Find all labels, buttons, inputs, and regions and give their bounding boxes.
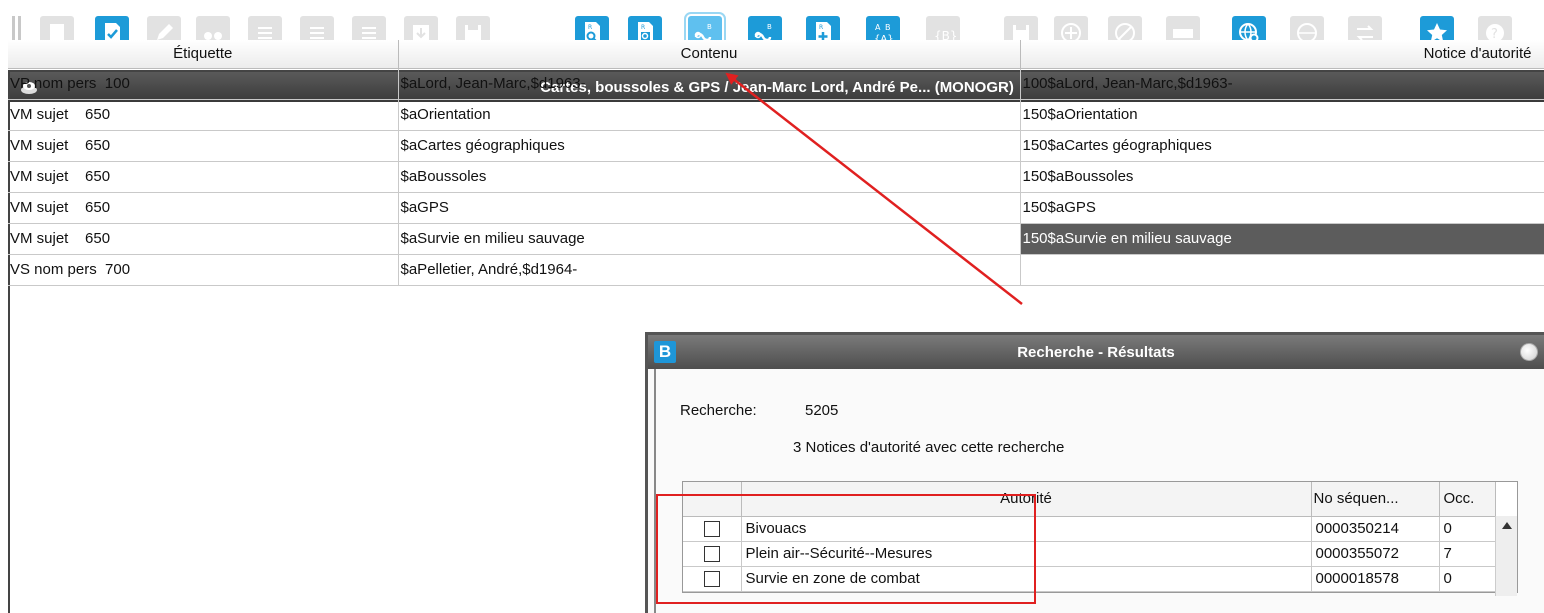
cell-autorite: Survie en zone de combat — [741, 566, 1312, 592]
results-scrollbar[interactable] — [1495, 516, 1517, 596]
cell-seq: 0000355072 — [1311, 541, 1440, 567]
table-row[interactable]: VM sujet 650 $aCartes géographiques 150$aC… — [8, 130, 1544, 162]
cell-contenu[interactable]: $aOrientation — [398, 99, 1021, 131]
column-header-etiquette[interactable]: Étiquette — [8, 40, 399, 69]
result-row[interactable]: Plein air--Sécurité--Mesures 0000355072 7 — [683, 541, 1496, 567]
cell-notice[interactable]: 150$aCartes géographiques — [1020, 130, 1544, 162]
cell-notice[interactable] — [1020, 254, 1544, 286]
column-header-autorite[interactable]: Autorité — [741, 482, 1312, 517]
column-header-occ[interactable]: Occ. — [1439, 482, 1496, 517]
svg-text:A: A — [875, 23, 881, 32]
dialog-titlebar: B Recherche - Résultats — [648, 335, 1544, 369]
cell-select — [683, 541, 742, 567]
cell-autorite: Plein air--Sécurité--Mesures — [741, 541, 1312, 567]
table-row[interactable]: VM sujet 650 $aBoussoles 150$aBoussoles — [8, 161, 1544, 193]
svg-text:B: B — [885, 23, 891, 32]
table-row[interactable]: VM sujet 650 $aSurvie en milieu sauvage 15… — [8, 223, 1544, 255]
column-header-contenu[interactable]: Contenu — [398, 40, 1021, 69]
dialog-app-icon: B — [654, 341, 676, 363]
close-icon[interactable] — [1520, 343, 1538, 361]
dialog-title: Recherche - Résultats — [1017, 343, 1175, 361]
dialog-body: Recherche: 5205 3 Notices d'autorité ave… — [654, 369, 1544, 613]
cell-etiquette[interactable]: VM sujet 650 — [8, 192, 399, 224]
scroll-up-icon[interactable] — [1502, 522, 1512, 529]
svg-text:R: R — [819, 24, 823, 31]
column-header-select[interactable] — [683, 482, 742, 517]
svg-text:R: R — [588, 24, 592, 31]
table-row[interactable]: VS nom pers 700 $aPelletier, André,$d1964… — [8, 254, 1544, 286]
cell-seq: 0000018578 — [1311, 566, 1440, 592]
search-value: 5205 — [805, 402, 839, 419]
table-row[interactable]: VM sujet 650 $aOrientation 150$aOrientatio… — [8, 99, 1544, 131]
cell-notice[interactable]: 100$aLord, Jean-Marc,$d1963- — [1020, 68, 1544, 100]
cell-contenu[interactable]: $aGPS — [398, 192, 1021, 224]
select-checkbox[interactable] — [703, 570, 720, 587]
result-row[interactable]: Bivouacs 0000350214 0 — [683, 516, 1496, 542]
result-count: 3 Notices d'autorité avec cette recherch… — [793, 439, 1065, 456]
search-results-dialog: B Recherche - Résultats Recherche: 5205 … — [645, 332, 1544, 613]
cell-contenu[interactable]: $aPelletier, André,$d1964- — [398, 254, 1021, 286]
column-header-notice[interactable]: Notice d'autorité — [1020, 40, 1544, 69]
cell-etiquette[interactable]: VM sujet 650 — [8, 161, 399, 193]
fields-table: Étiquette Contenu Notice d'autorité VP n… — [8, 40, 1544, 286]
cell-occ: 0 — [1439, 516, 1496, 542]
cell-select — [683, 516, 742, 542]
cell-seq: 0000350214 — [1311, 516, 1440, 542]
table-row[interactable]: VP nom pers 100 $aLord, Jean-Marc,$d1963-… — [8, 68, 1544, 100]
cell-select — [683, 566, 742, 592]
search-label: Recherche: — [680, 402, 757, 419]
cell-contenu[interactable]: $aSurvie en milieu sauvage — [398, 223, 1021, 255]
select-checkbox[interactable] — [703, 545, 720, 562]
cell-etiquette[interactable]: VP nom pers 100 — [8, 68, 399, 100]
cell-contenu[interactable]: $aCartes géographiques — [398, 130, 1021, 162]
cell-notice[interactable]: 150$aBoussoles — [1020, 161, 1544, 193]
column-header-seq[interactable]: No séquen... — [1311, 482, 1440, 517]
cell-contenu[interactable]: $aBoussoles — [398, 161, 1021, 193]
cell-autorite: Bivouacs — [741, 516, 1312, 542]
svg-text:B: B — [707, 23, 712, 31]
svg-text:B: B — [767, 23, 772, 31]
cell-occ: 7 — [1439, 541, 1496, 567]
cell-notice[interactable]: 150$aSurvie en milieu sauvage — [1020, 223, 1544, 255]
cell-contenu[interactable]: $aLord, Jean-Marc,$d1963- — [398, 68, 1021, 100]
cell-occ: 0 — [1439, 566, 1496, 592]
table-row[interactable]: VM sujet 650 $aGPS 150$aGPS — [8, 192, 1544, 224]
svg-text:R: R — [641, 24, 645, 31]
cell-etiquette[interactable]: VS nom pers 700 — [8, 254, 399, 286]
results-table: Autorité No séquen... Occ. Bivouacs 00003… — [682, 481, 1518, 596]
cell-etiquette[interactable]: VM sujet 650 — [8, 130, 399, 162]
cell-notice[interactable]: 150$aOrientation — [1020, 99, 1544, 131]
result-row[interactable]: Survie en zone de combat 0000018578 0 — [683, 566, 1496, 592]
cell-etiquette[interactable]: VM sujet 650 — [8, 99, 399, 131]
cell-notice[interactable]: 150$aGPS — [1020, 192, 1544, 224]
select-checkbox[interactable] — [703, 520, 720, 537]
cell-etiquette[interactable]: VM sujet 650 — [8, 223, 399, 255]
